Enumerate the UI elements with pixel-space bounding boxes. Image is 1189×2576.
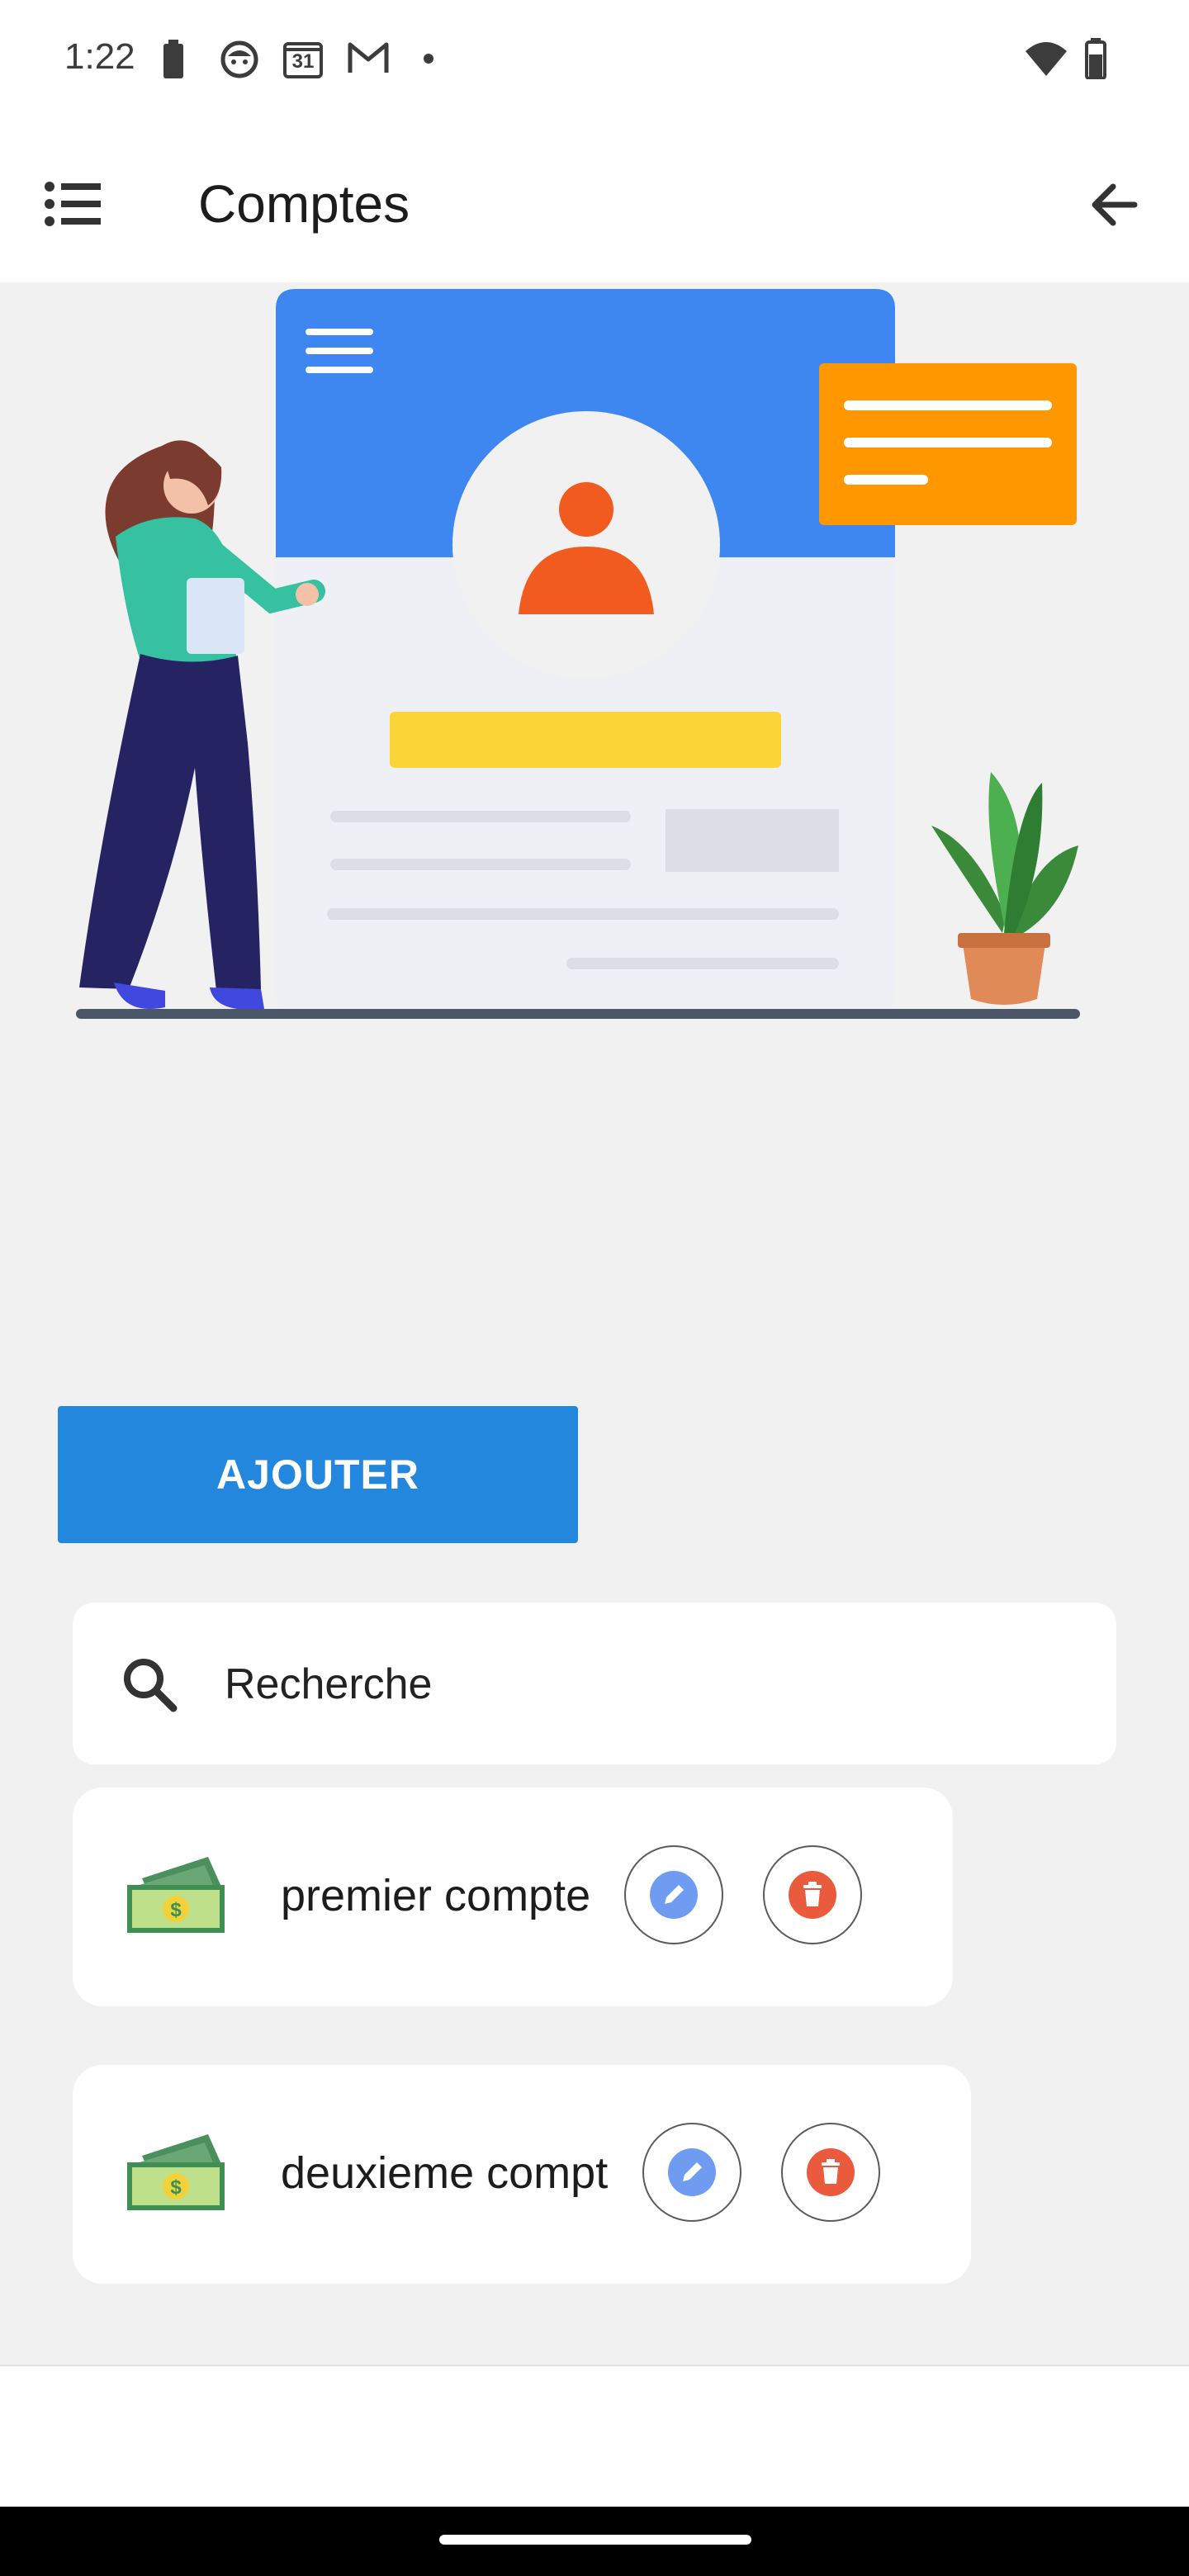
status-time: 1:22 (64, 36, 135, 77)
page-title: Comptes (198, 174, 410, 234)
svg-text:$: $ (170, 1899, 182, 1921)
svg-text:$: $ (170, 2176, 182, 2199)
bottom-panel (0, 2365, 1189, 2508)
app-bar: Comptes (0, 124, 1189, 282)
search-icon (124, 1659, 178, 1712)
trash-icon (807, 2148, 855, 2196)
status-bar: 1:22 31 (0, 0, 1189, 124)
wifi-icon (1026, 42, 1067, 76)
arrow-back-icon[interactable] (1082, 172, 1148, 238)
dot-icon (424, 54, 433, 64)
calendar-icon: 31 (282, 40, 324, 79)
delete-button[interactable] (763, 1845, 862, 1944)
list-menu-icon[interactable] (41, 175, 107, 233)
edit-button[interactable] (642, 2123, 741, 2222)
gmail-icon (348, 42, 389, 73)
search-bar[interactable] (73, 1603, 1116, 1764)
search-input[interactable] (223, 1652, 1052, 1717)
notification-face-icon (220, 40, 258, 78)
pencil-icon (650, 1871, 698, 1919)
battery-icon (1085, 38, 1106, 79)
calendar-day: 31 (291, 50, 315, 73)
edit-button[interactable] (624, 1845, 723, 1944)
account-card[interactable]: $ deuxieme compt (73, 2065, 971, 2284)
money-icon: $ (127, 1857, 225, 1933)
account-name: premier compte (281, 1871, 591, 1920)
battery-saver-icon (163, 40, 183, 78)
pencil-icon (668, 2148, 716, 2196)
money-icon: $ (127, 2134, 225, 2210)
add-button[interactable]: AJOUTER (58, 1406, 578, 1543)
account-name: deuxieme compt (281, 2148, 609, 2198)
trash-icon (789, 1871, 836, 1919)
delete-button[interactable] (781, 2123, 880, 2222)
home-indicator[interactable] (439, 2535, 751, 2545)
account-card[interactable]: $ premier compte (73, 1788, 953, 2006)
account-illustration (76, 289, 1080, 1019)
